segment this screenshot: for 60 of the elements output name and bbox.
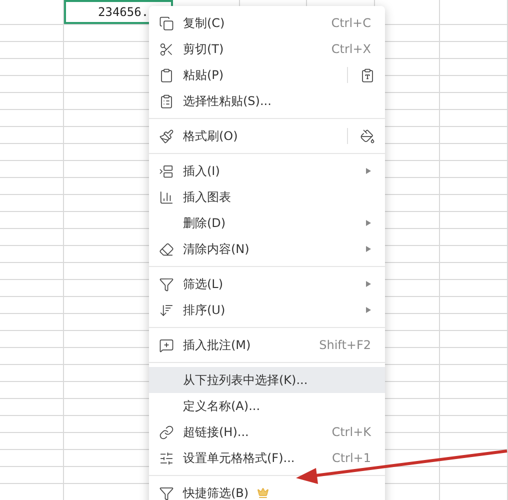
filter-icon	[159, 486, 174, 500]
paste-text-icon[interactable]	[360, 68, 375, 82]
menu-item-label: 复制(C)	[183, 15, 225, 32]
menu-item[interactable]: 排序(U)	[149, 297, 385, 323]
menu-item[interactable]: 清除内容(N)	[149, 236, 385, 262]
menu-item-label: 插入图表	[183, 189, 231, 206]
insert-rows-icon	[159, 164, 174, 178]
menu-item[interactable]: 格式刷(O)	[149, 123, 385, 149]
submenu-arrow-icon	[366, 307, 371, 313]
eraser-icon	[159, 242, 174, 256]
copy-icon	[159, 16, 174, 30]
menu-item[interactable]: 插入(I)	[149, 158, 385, 184]
submenu-arrow-icon	[366, 246, 371, 252]
submenu-arrow-icon	[366, 220, 371, 226]
menu-item-label: 清除内容(N)	[183, 241, 250, 258]
menu-item-label: 筛选(L)	[183, 276, 224, 293]
menu-item-label: 粘贴(P)	[183, 67, 224, 84]
menu-item[interactable]: 删除(D)	[149, 210, 385, 236]
menu-item[interactable]: 剪切(T) Ctrl+X	[149, 36, 385, 62]
filter-icon	[159, 276, 174, 292]
shortcut-label: Shift+F2	[319, 337, 371, 354]
menu-item[interactable]: 插入批注(M) Shift+F2	[149, 332, 385, 358]
menu-item-label: 设置单元格格式(F)...	[183, 450, 295, 467]
menu-item[interactable]: 设置单元格格式(F)... Ctrl+1	[149, 445, 385, 471]
menu-item[interactable]: 快捷筛选(B)	[149, 480, 385, 500]
menu-item[interactable]: 超链接(H)... Ctrl+K	[149, 419, 385, 445]
submenu-arrow-icon	[366, 168, 371, 174]
shortcut-label: Ctrl+K	[332, 424, 371, 441]
paint-bucket-icon[interactable]	[360, 128, 375, 144]
menu-item[interactable]: 粘贴(P)	[149, 62, 385, 88]
shortcut-label: Ctrl+1	[332, 450, 371, 467]
menu-item[interactable]: 插入图表	[149, 184, 385, 210]
menu-item-label: 排序(U)	[183, 302, 226, 319]
add-comment-icon	[159, 338, 174, 352]
menu-item[interactable]: 选择性粘贴(S)...	[149, 88, 385, 114]
clipboard-icon	[159, 68, 174, 82]
menu-item[interactable]: 从下拉列表中选择(K)...	[149, 367, 385, 393]
scissors-icon	[159, 42, 174, 56]
menu-item-label: 从下拉列表中选择(K)...	[183, 372, 308, 389]
paintbrush-icon	[159, 128, 174, 144]
sliders-icon	[159, 450, 174, 466]
shortcut-label: Ctrl+X	[331, 41, 371, 58]
clipboard-icon	[159, 94, 174, 108]
menu-item-label: 插入批注(M)	[183, 337, 251, 354]
menu-item-label: 插入(I)	[183, 163, 220, 180]
menu-item-label: 超链接(H)...	[183, 424, 249, 441]
menu-item-label: 选择性粘贴(S)...	[183, 93, 272, 110]
shortcut-label: Ctrl+C	[331, 15, 371, 32]
menu-item-label: 格式刷(O)	[183, 128, 238, 145]
menu-item-label: 删除(D)	[183, 215, 226, 232]
bar-chart-icon	[159, 190, 174, 204]
menu-item-label: 快捷筛选(B)	[183, 485, 249, 500]
link-icon	[159, 424, 174, 440]
menu-item[interactable]: 筛选(L)	[149, 271, 385, 297]
crown-icon	[256, 487, 269, 499]
submenu-arrow-icon	[366, 281, 371, 287]
menu-item-label: 剪切(T)	[183, 41, 224, 58]
menu-item-label: 定义名称(A)...	[183, 398, 260, 415]
sort-icon	[159, 302, 174, 318]
menu-item[interactable]: 定义名称(A)...	[149, 393, 385, 419]
